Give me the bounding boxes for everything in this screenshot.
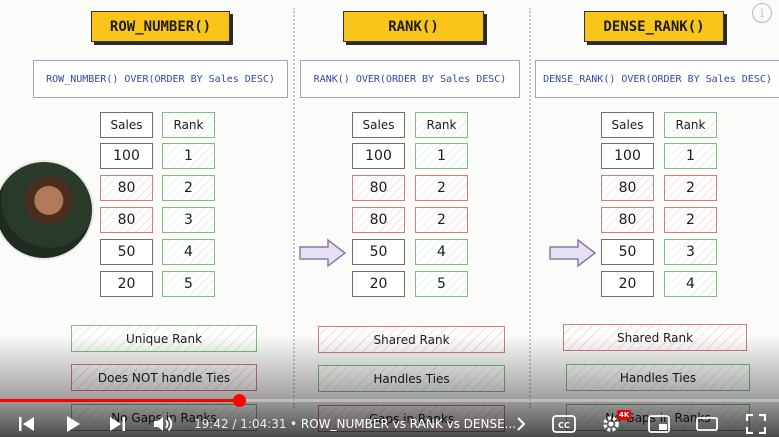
rank-title: RANK() bbox=[343, 11, 484, 42]
property-unique-rank: Unique Rank bbox=[71, 325, 257, 352]
sales-cell: 50 bbox=[100, 239, 153, 265]
captions-icon[interactable]: CC bbox=[551, 412, 577, 436]
play-icon[interactable] bbox=[60, 412, 86, 436]
sales-cell: 80 bbox=[601, 175, 654, 201]
sales-cell: 80 bbox=[601, 207, 654, 233]
sales-cell: 100 bbox=[601, 143, 654, 169]
rank-cell: 5 bbox=[162, 271, 215, 297]
sales-cell: 80 bbox=[100, 207, 153, 233]
panel-divider bbox=[529, 8, 531, 408]
sales-cell: 80 bbox=[100, 175, 153, 201]
theater-mode-icon[interactable] bbox=[694, 412, 720, 436]
row-number-title: ROW_NUMBER() bbox=[91, 11, 230, 42]
rank-cell: 2 bbox=[664, 175, 717, 201]
sales-cell: 50 bbox=[601, 239, 654, 265]
sales-cell: 80 bbox=[352, 207, 405, 233]
rank-cell: 3 bbox=[664, 239, 717, 265]
progress-played bbox=[0, 399, 240, 402]
presenter-avatar bbox=[0, 160, 94, 260]
header-rank: Rank bbox=[415, 112, 468, 138]
rank-cell: 1 bbox=[664, 143, 717, 169]
rank-cell: 5 bbox=[415, 271, 468, 297]
volume-icon[interactable] bbox=[150, 412, 178, 436]
rank-cell: 4 bbox=[664, 271, 717, 297]
arrow-right-icon bbox=[299, 238, 347, 268]
rank-cell: 2 bbox=[415, 175, 468, 201]
arrow-right-icon bbox=[549, 238, 597, 268]
rank-sql: RANK() OVER(ORDER BY Sales DESC) bbox=[300, 60, 520, 98]
sales-cell: 50 bbox=[352, 239, 405, 265]
sales-cell: 20 bbox=[100, 271, 153, 297]
chevron-right-icon[interactable] bbox=[512, 412, 530, 436]
miniplayer-icon[interactable] bbox=[646, 412, 672, 436]
property-shared-rank: Shared Rank bbox=[563, 324, 747, 351]
rank-cell: 2 bbox=[162, 175, 215, 201]
time-display: 19:42 / 1:04:31 bbox=[194, 417, 287, 431]
svg-text:CC: CC bbox=[558, 421, 570, 430]
info-icon[interactable]: i bbox=[752, 3, 772, 23]
rank-cell: 2 bbox=[664, 207, 717, 233]
rank-cell: 1 bbox=[415, 143, 468, 169]
skip-previous-icon[interactable] bbox=[14, 412, 40, 436]
sales-cell: 80 bbox=[352, 175, 405, 201]
rank-cell: 1 bbox=[162, 143, 215, 169]
row-number-sql: ROW_NUMBER() OVER(ORDER BY Sales DESC) bbox=[33, 60, 288, 98]
dense-rank-title: DENSE_RANK() bbox=[584, 11, 724, 42]
property-handles-ties: Handles Ties bbox=[566, 364, 750, 391]
header-sales: Sales bbox=[352, 112, 405, 138]
skip-next-icon[interactable] bbox=[104, 412, 130, 436]
panel-divider bbox=[293, 8, 295, 408]
property-shared-rank: Shared Rank bbox=[318, 326, 505, 353]
property-no-ties: Does NOT handle Ties bbox=[71, 364, 257, 391]
header-rank: Rank bbox=[162, 112, 215, 138]
sales-cell: 20 bbox=[352, 271, 405, 297]
sales-cell: 100 bbox=[352, 143, 405, 169]
chapter-title[interactable]: • ROW_NUMBER vs RANK vs DENSE... bbox=[290, 417, 516, 431]
header-rank: Rank bbox=[664, 112, 717, 138]
header-sales: Sales bbox=[601, 112, 654, 138]
property-handles-ties: Handles Ties bbox=[318, 365, 505, 392]
rank-cell: 4 bbox=[415, 239, 468, 265]
fullscreen-icon[interactable] bbox=[742, 412, 770, 436]
rank-cell: 3 bbox=[162, 207, 215, 233]
header-sales: Sales bbox=[100, 112, 153, 138]
video-frame[interactable]: i ROW_NUMBER() ROW_NUMBER() OVER(ORDER B… bbox=[0, 0, 779, 437]
sales-cell: 20 bbox=[601, 271, 654, 297]
quality-badge: 4K bbox=[617, 410, 632, 420]
dense-rank-sql: DENSE_RANK() OVER(ORDER BY Sales DESC) bbox=[535, 60, 779, 98]
rank-cell: 4 bbox=[162, 239, 215, 265]
sales-cell: 100 bbox=[100, 143, 153, 169]
rank-cell: 2 bbox=[415, 207, 468, 233]
